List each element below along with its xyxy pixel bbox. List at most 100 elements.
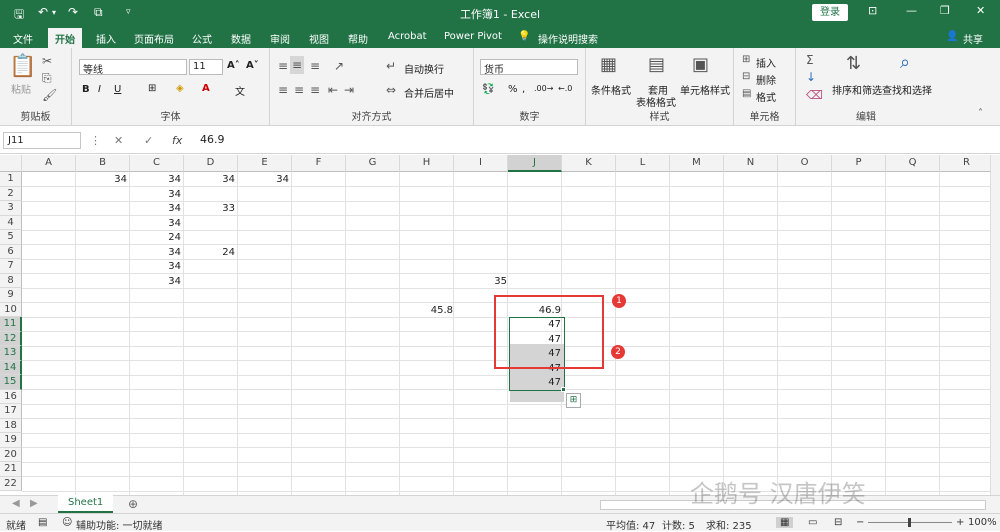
decrease-font-icon[interactable]: A˅ [246,60,259,71]
cell-e1[interactable]: 34 [238,173,292,187]
row-header-14[interactable]: 14 [0,360,22,375]
row-header-7[interactable]: 7 [0,259,22,274]
tab-help[interactable]: 帮助 [348,31,368,46]
row-header-11[interactable]: 11 [0,317,22,332]
decrease-indent-icon[interactable]: ⇤ [328,83,338,97]
format-table-bottom[interactable]: 表格格式 [636,94,676,109]
column-header-m[interactable]: M [670,155,724,172]
format-table-icon[interactable]: ▤ [648,54,665,75]
autosum-icon[interactable]: Σ [806,53,814,67]
status-accessibility[interactable]: 辅助功能: 一切就绪 [76,517,163,532]
align-left-icon[interactable]: ≡ [278,83,288,97]
find-select-button[interactable]: 查找和选择 [882,82,932,97]
row-header-9[interactable]: 9 [0,288,22,303]
tab-data[interactable]: 数据 [231,31,251,46]
cell-c3[interactable]: 34 [130,202,184,216]
tab-view[interactable]: 视图 [309,31,329,46]
column-header-q[interactable]: Q [886,155,940,172]
cell-d3[interactable]: 33 [184,202,238,216]
cell-i8[interactable]: 35 [456,275,510,289]
row-header-16[interactable]: 16 [0,389,22,404]
percent-icon[interactable]: % [508,84,518,95]
share-icon[interactable]: 👤 [946,31,958,42]
cell-c5[interactable]: 24 [130,231,184,245]
align-middle-icon[interactable]: ≡ [290,56,305,74]
row-header-5[interactable]: 5 [0,230,22,245]
accounting-icon[interactable]: 💱 [482,84,494,95]
column-header-g[interactable]: G [346,155,400,172]
zoom-in-icon[interactable]: + [956,517,964,528]
zoom-out-icon[interactable]: − [856,517,864,528]
row-header-13[interactable]: 13 [0,346,22,361]
row-header-10[interactable]: 10 [0,302,22,317]
cell-c1[interactable]: 34 [130,173,184,187]
format-cells-button[interactable]: 格式 [756,89,776,104]
copy-icon[interactable]: ⎘ [42,71,52,86]
align-top-icon[interactable]: ≡ [278,59,288,73]
name-box[interactable]: J11 [3,132,81,149]
vertical-scrollbar[interactable] [990,155,1000,495]
quick-analysis-icon[interactable]: ⊞ [566,393,581,408]
macro-record-icon[interactable]: ▤ [38,517,47,528]
column-header-i[interactable]: I [454,155,508,172]
tab-formulas[interactable]: 公式 [192,31,212,46]
next-sheet-icon[interactable]: ▶ [30,498,38,509]
column-header-a[interactable]: A [22,155,76,172]
row-header-1[interactable]: 1 [0,172,22,187]
column-header-r[interactable]: R [940,155,994,172]
delete-cells-icon[interactable]: ⊟ [742,71,750,82]
column-header-p[interactable]: P [832,155,886,172]
tab-review[interactable]: 审阅 [270,31,290,46]
increase-font-icon[interactable]: A˄ [227,60,240,71]
cell-c8[interactable]: 34 [130,275,184,289]
wrap-text-button[interactable]: 自动换行 [404,61,444,76]
row-header-4[interactable]: 4 [0,215,22,230]
tab-acrobat[interactable]: Acrobat [388,31,427,42]
conditional-format-icon[interactable]: ▦ [600,54,617,75]
select-all-corner[interactable] [0,155,22,172]
insert-cells-icon[interactable]: ⊞ [742,54,750,65]
zoom-level[interactable]: 100% [968,517,997,528]
page-layout-view-icon[interactable]: ▭ [808,517,817,528]
row-header-22[interactable]: 22 [0,476,22,491]
cell-h10[interactable]: 45.8 [402,304,456,318]
column-header-d[interactable]: D [184,155,238,172]
cell-c2[interactable]: 34 [130,188,184,202]
fill-handle[interactable] [561,387,566,392]
cell-d6[interactable]: 24 [184,246,238,260]
conditional-format-button[interactable]: 条件格式 [591,82,631,97]
underline-icon[interactable]: U [114,84,121,95]
merge-center-icon[interactable]: ⇔ [386,83,396,97]
cut-icon[interactable]: ✂ [42,54,52,68]
page-break-view-icon[interactable]: ⊟ [834,517,842,528]
increase-decimal-icon[interactable]: .00→ [534,84,553,93]
bold-icon[interactable]: B [82,84,90,95]
cell-b1[interactable]: 34 [76,173,130,187]
restore-icon[interactable]: ❐ [940,4,950,17]
formula-input[interactable]: 46.9 [196,132,996,149]
collapse-ribbon-icon[interactable]: ˄ [978,108,983,119]
cell-d1[interactable]: 34 [184,173,238,187]
increase-indent-icon[interactable]: ⇥ [344,83,354,97]
cell-c6[interactable]: 34 [130,246,184,260]
font-name-combo[interactable]: 等线 [79,59,187,76]
comma-style-icon[interactable]: , [522,84,525,95]
wrap-text-icon[interactable]: ↵ [386,59,396,73]
row-header-2[interactable]: 2 [0,186,22,201]
insert-cells-button[interactable]: 插入 [756,55,776,70]
cell-styles-icon[interactable]: ▣ [692,54,709,75]
sort-filter-icon[interactable]: ⇅ [846,53,861,74]
font-color-icon[interactable]: A [202,83,210,94]
cell-c4[interactable]: 34 [130,217,184,231]
align-center-icon[interactable]: ≡ [294,83,304,97]
status-average[interactable]: 平均值: 47 [606,517,655,532]
status-count[interactable]: 计数: 5 [662,517,695,532]
paste-icon[interactable]: 📋 [9,54,36,79]
fill-color-icon[interactable]: ◈ [176,83,184,94]
insert-function-icon[interactable]: fx [172,134,182,147]
italic-icon[interactable]: I [98,84,101,95]
minimize-icon[interactable]: — [906,4,917,17]
cancel-formula-icon[interactable]: ✕ [114,134,123,147]
find-select-icon[interactable]: ⌕ [900,52,910,73]
tab-home[interactable]: 开始 [48,28,82,48]
